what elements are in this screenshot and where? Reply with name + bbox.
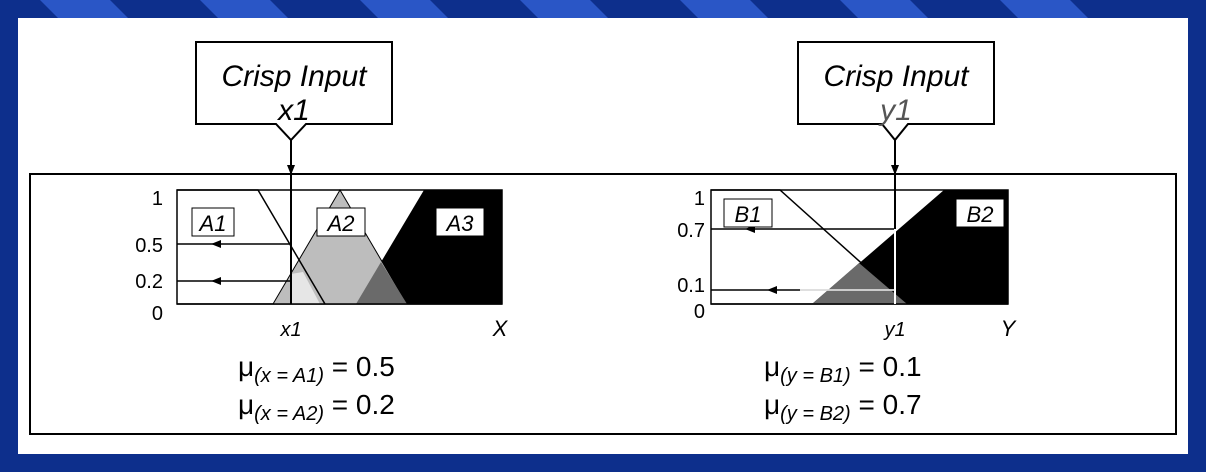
set-label-A1: A1 bbox=[198, 211, 227, 236]
left-ytick-1: 1 bbox=[152, 188, 163, 210]
left-axis-variable-label: X bbox=[492, 316, 509, 341]
right-crisp-input-callout: Crisp Input y1 bbox=[797, 41, 995, 142]
eq-right-2-sub: (y = B2) bbox=[780, 403, 851, 425]
right-crisp-input-label: Crisp Input bbox=[823, 60, 970, 93]
left-crisp-input-callout: Crisp Input x1 bbox=[195, 41, 393, 142]
right-ytick-0.1: 0.1 bbox=[677, 275, 705, 297]
slide-frame: Crisp Input x1 A1 A2 A3 1 0.5 0.2 0 x1 X… bbox=[0, 0, 1206, 472]
right-ytick-1: 1 bbox=[694, 188, 705, 210]
svg-text:μ(y = B2) = 0.7: μ(y = B2) = 0.7 bbox=[764, 389, 922, 425]
eq-left-2-value: = 0.2 bbox=[324, 389, 395, 420]
right-ytick-0: 0 bbox=[694, 301, 705, 323]
set-label-B1: B1 bbox=[735, 202, 762, 227]
eq-right-1-value: = 0.1 bbox=[851, 351, 922, 382]
set-label-A2: A2 bbox=[326, 211, 355, 236]
right-ytick-0.7: 0.7 bbox=[677, 220, 705, 242]
left-membership-chart: A1 A2 A3 1 0.5 0.2 0 x1 X bbox=[135, 174, 509, 341]
left-crisp-input-variable: x1 bbox=[276, 94, 310, 127]
right-axis-variable-label: Y bbox=[1001, 316, 1017, 341]
left-ytick-0.5: 0.5 bbox=[135, 235, 163, 257]
right-axis-point-label: y1 bbox=[882, 319, 905, 341]
svg-text:μ(x = A1) = 0.5: μ(x = A1) = 0.5 bbox=[238, 351, 395, 387]
left-ytick-0: 0 bbox=[152, 303, 163, 325]
right-membership-chart: B1 B2 1 0.7 0.1 0 y1 Y bbox=[677, 174, 1017, 341]
eq-right-2-value: = 0.7 bbox=[851, 389, 922, 420]
fuzzification-diagram: Crisp Input x1 A1 A2 A3 1 0.5 0.2 0 x1 X… bbox=[29, 41, 1177, 435]
left-axis-point-label: x1 bbox=[279, 319, 301, 341]
eq-left-2-sub: (x = A2) bbox=[254, 403, 324, 425]
svg-text:μ(y = B1) = 0.1: μ(y = B1) = 0.1 bbox=[764, 351, 922, 387]
set-label-A3: A3 bbox=[445, 211, 475, 236]
eq-right-1-sub: (y = B1) bbox=[780, 365, 851, 387]
svg-text:μ(x = A2) = 0.2: μ(x = A2) = 0.2 bbox=[238, 389, 395, 425]
eq-left-1-value: = 0.5 bbox=[324, 351, 395, 382]
eq-left-1-sub: (x = A1) bbox=[254, 365, 324, 387]
left-crisp-input-label: Crisp Input bbox=[221, 60, 368, 93]
left-equations: μ(x = A1) = 0.5 μ(x = A2) = 0.2 bbox=[238, 351, 395, 425]
right-crisp-input-variable: y1 bbox=[878, 94, 912, 127]
right-equations: μ(y = B1) = 0.1 μ(y = B2) = 0.7 bbox=[764, 351, 922, 425]
set-label-B2: B2 bbox=[967, 202, 994, 227]
left-ytick-0.2: 0.2 bbox=[135, 271, 163, 293]
